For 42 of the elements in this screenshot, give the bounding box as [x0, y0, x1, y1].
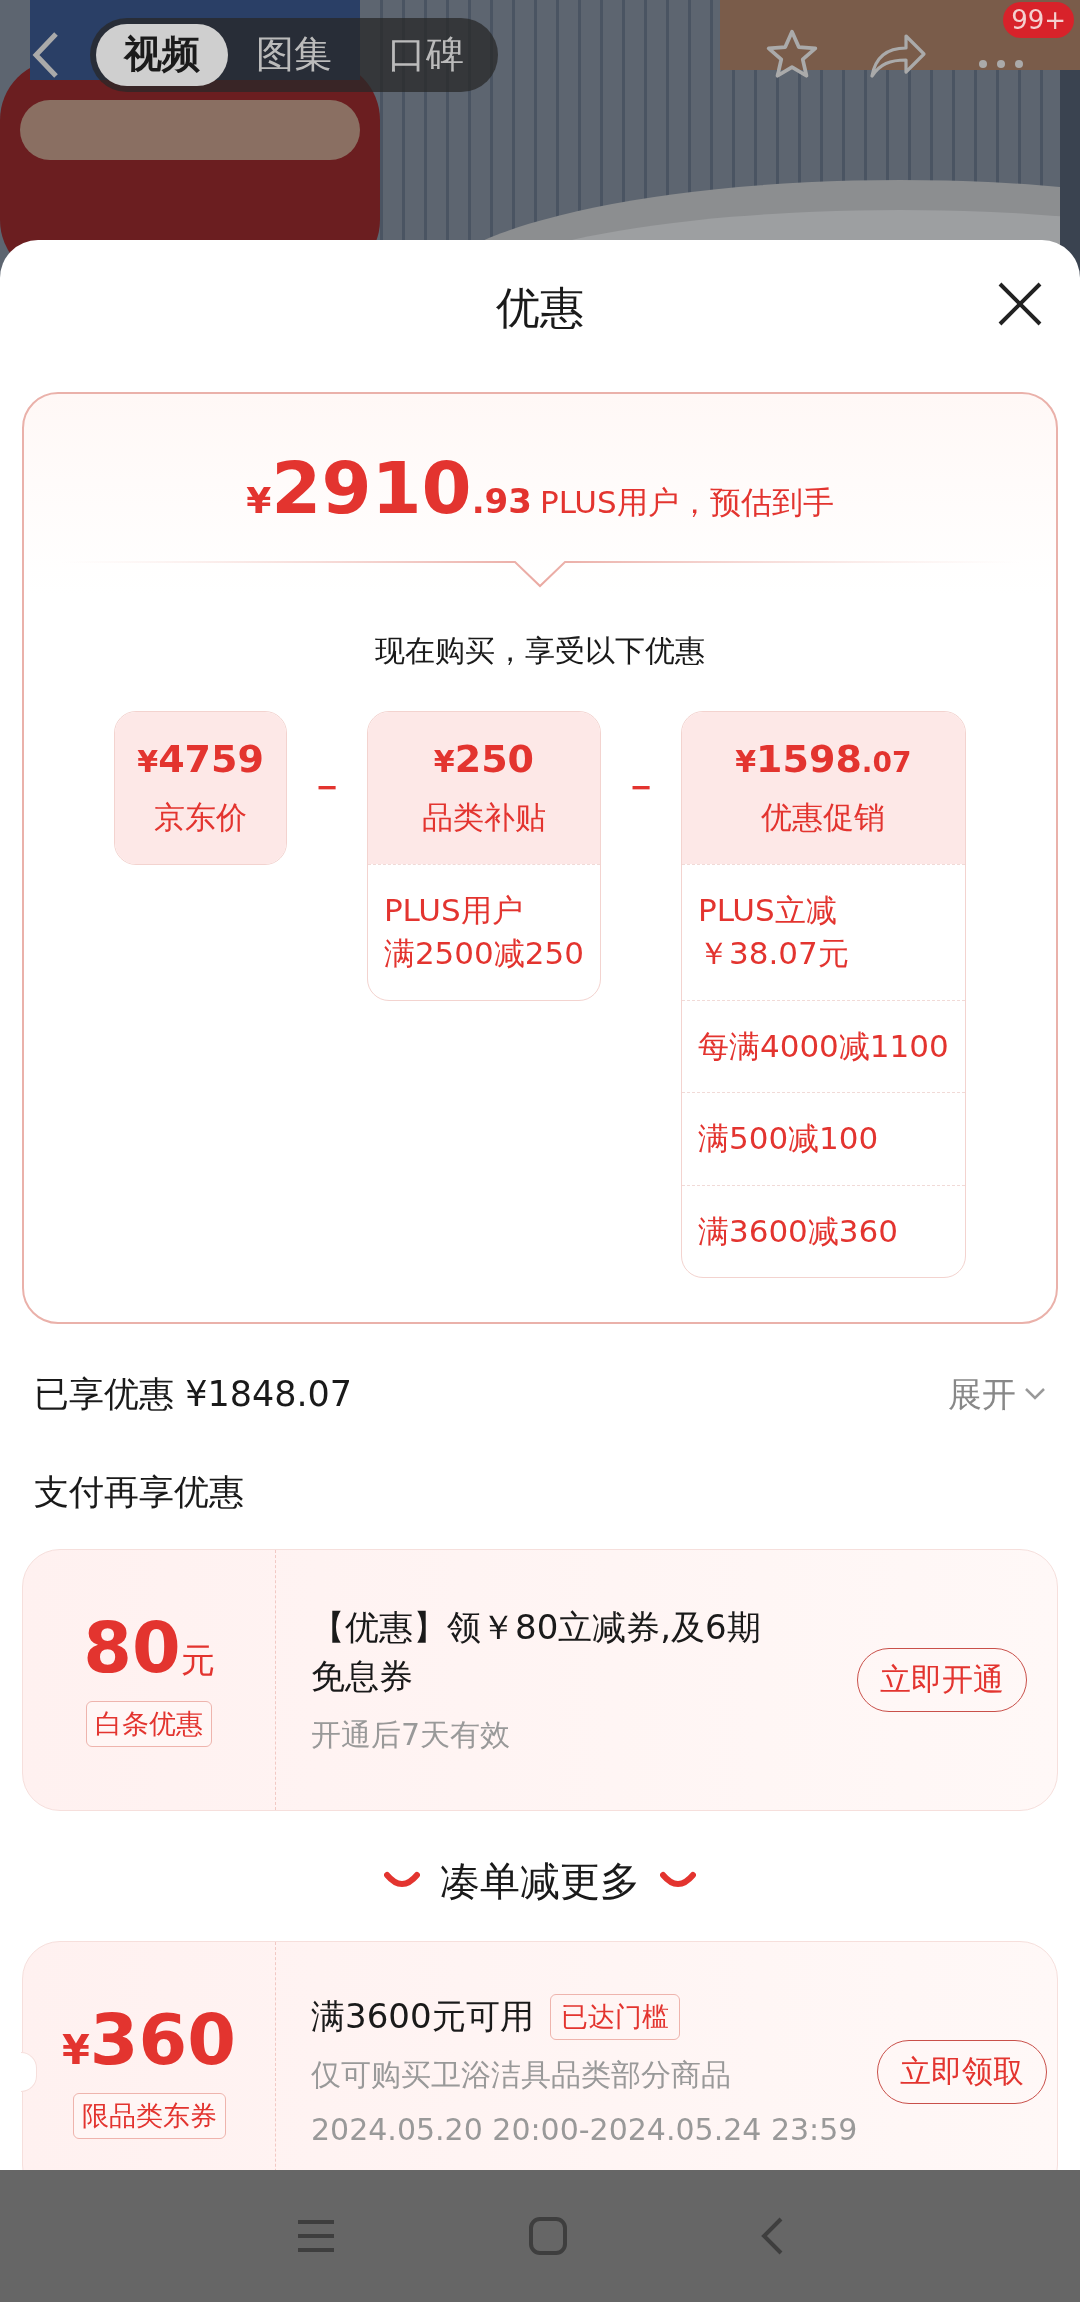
- minus-sign: －: [308, 764, 345, 808]
- section-title: 凑单减更多: [440, 1856, 640, 1906]
- tab[interactable]: 图集: [228, 24, 360, 86]
- price-label: 品类补贴: [420, 797, 547, 837]
- price-label: 优惠促销: [760, 797, 887, 837]
- close-icon[interactable]: [996, 280, 1044, 328]
- discount-rule: PLUS用户: [383, 891, 524, 930]
- coupon-note: 开通后7天有效: [311, 1715, 512, 1754]
- estimated-price: ¥2910.93 PLUS用户，预估到手: [245, 452, 835, 524]
- discount-rule: 满3600减360: [697, 1211, 899, 1251]
- amount-text: ¥250: [432, 736, 535, 783]
- coupon-amount: ¥360: [62, 2004, 236, 2075]
- coupon-title: 【优惠】领￥80立减券,及6期免息券: [311, 1606, 762, 1699]
- coupon-tag: 限品类东券: [72, 2092, 226, 2140]
- discount-rule: 满2500减250: [383, 934, 584, 974]
- tab[interactable]: 口碑: [360, 24, 492, 86]
- saved-amount: 已享优惠 ¥1848.07: [34, 1372, 353, 1416]
- back-icon[interactable]: [30, 30, 60, 80]
- coupon-title: 满3600元可用: [311, 1995, 534, 2039]
- expand-button[interactable]: 展开: [948, 1368, 1046, 1420]
- discount-rule: 每满4000减1100: [697, 1026, 949, 1066]
- discount-rule: PLUS立减: [697, 891, 838, 930]
- threshold-badge: 已达门槛: [549, 1993, 680, 2041]
- count-badge: 99+: [1003, 2, 1074, 38]
- section-subtitle: 现在购买，享受以下优惠: [374, 632, 706, 670]
- coupon-note: 仅可购买卫浴洁具品类部分商品: [311, 2055, 732, 2094]
- amount-text: ¥1598.07: [734, 736, 913, 783]
- back-icon[interactable]: [760, 2216, 784, 2256]
- discount-rule: ￥38.07元: [697, 934, 850, 974]
- menu-icon[interactable]: [296, 2219, 336, 2253]
- amount-text: ¥4759: [137, 736, 264, 783]
- coupon-note: 2024.05.20 20:00-2024.05.24 23:59: [311, 2110, 858, 2149]
- coupon-tag: 白条优惠: [86, 1700, 212, 1748]
- discount-rule: 满500减100: [697, 1119, 880, 1159]
- coupon-amount: 80元: [83, 1612, 215, 1683]
- home-icon[interactable]: [528, 2216, 568, 2256]
- section-title: 支付再享优惠: [34, 1471, 245, 1515]
- chevron-icon: [1024, 1387, 1046, 1402]
- sheet-title: 优惠: [496, 281, 584, 335]
- price-label: 京东价: [153, 797, 249, 837]
- minus-sign: －: [622, 764, 659, 808]
- tab[interactable]: 视频: [96, 24, 228, 86]
